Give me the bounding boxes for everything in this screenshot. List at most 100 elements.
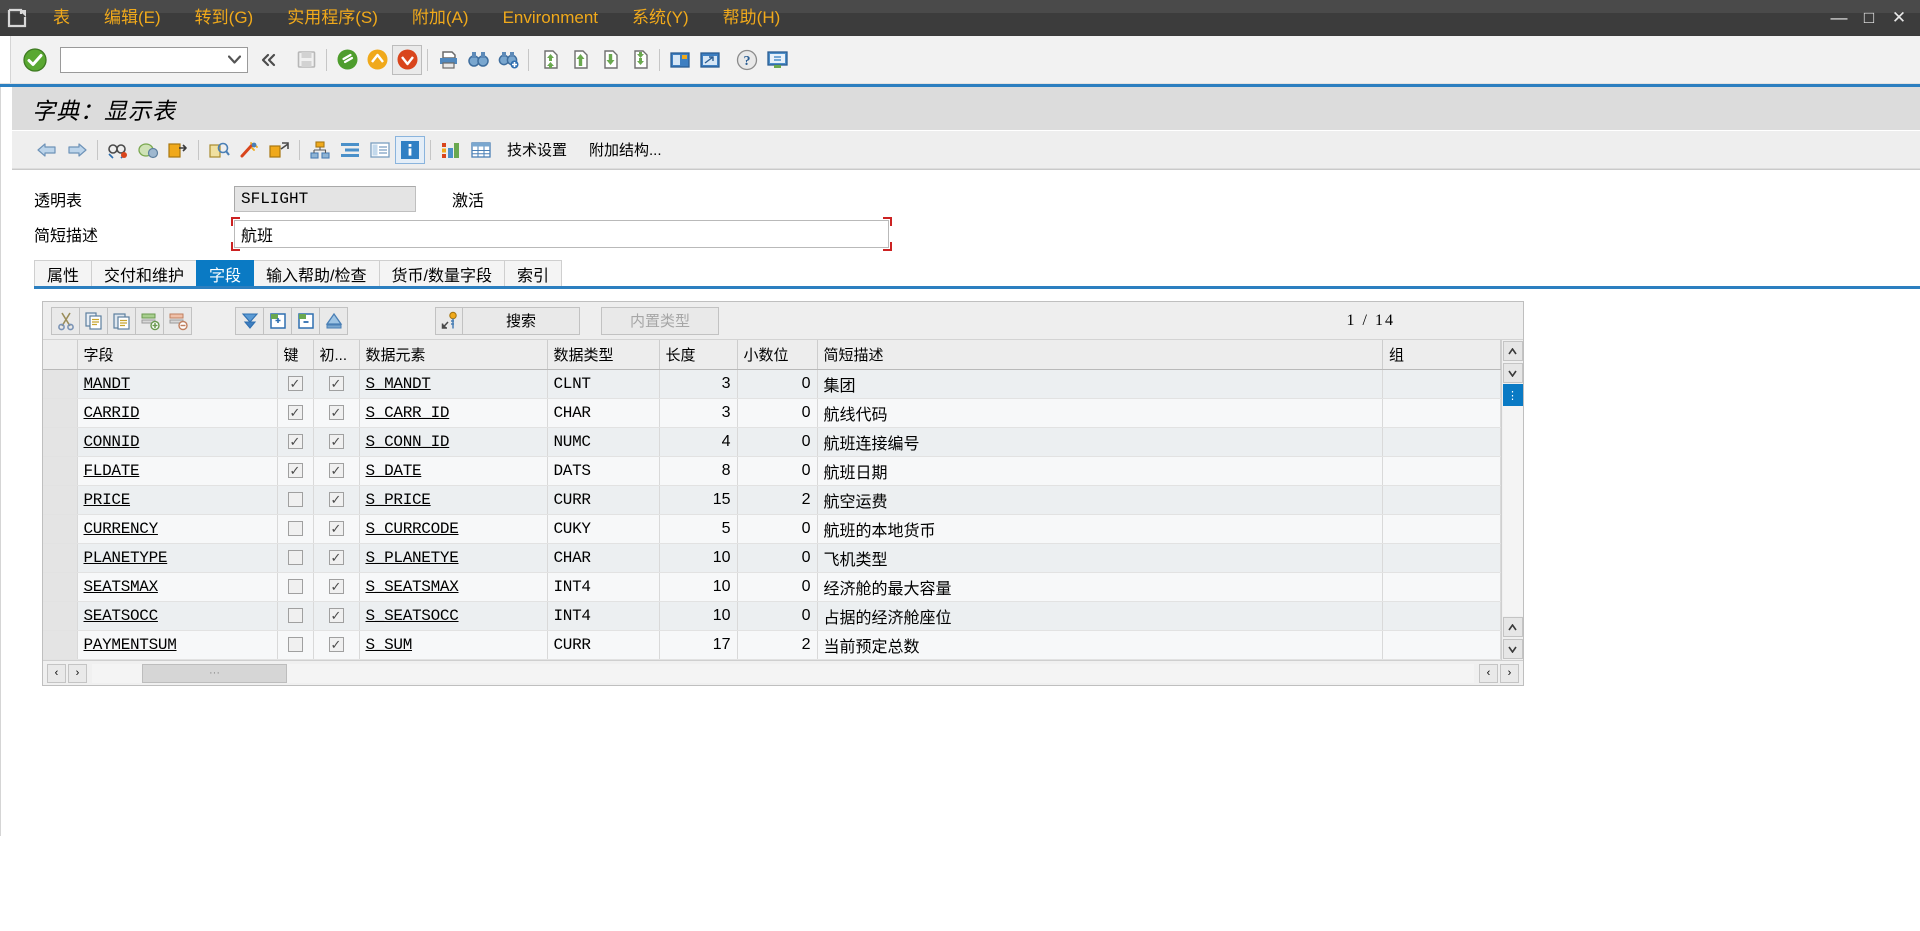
cell-data-element[interactable]: S_PLANETYE bbox=[359, 543, 548, 573]
cell-key[interactable]: ✓ bbox=[277, 456, 314, 486]
table-grid-icon[interactable] bbox=[466, 136, 496, 164]
checkbox-checked-icon[interactable]: ✓ bbox=[328, 608, 344, 623]
row-select-cell[interactable] bbox=[43, 456, 78, 486]
field-name-link[interactable]: PAYMENTSUM bbox=[84, 636, 177, 654]
checkbox-checked-icon[interactable]: ✓ bbox=[328, 637, 344, 652]
checkbox-checked-icon[interactable]: ✓ bbox=[287, 405, 303, 420]
back-icon[interactable] bbox=[332, 45, 362, 75]
table-horizontal-scrollbar[interactable]: ‹ › ··· ‹ › bbox=[43, 660, 1523, 685]
col-field[interactable]: 字段 bbox=[77, 340, 278, 370]
menu-item-help[interactable]: 帮助(H) bbox=[706, 0, 798, 36]
menu-item-table[interactable]: 表 bbox=[36, 0, 87, 36]
data-element-link[interactable]: S_SUM bbox=[366, 636, 413, 654]
hscroll-right-button[interactable]: › bbox=[68, 663, 87, 683]
cell-data-element[interactable]: S_MANDT bbox=[359, 369, 548, 399]
row-select-cell[interactable] bbox=[43, 630, 78, 660]
field-name-link[interactable]: CONNID bbox=[84, 433, 140, 451]
menu-item-extras[interactable]: 附加(A) bbox=[395, 0, 486, 36]
cell-field[interactable]: CURRENCY bbox=[77, 514, 278, 544]
append-structure-button[interactable]: 附加结构... bbox=[578, 136, 673, 164]
checkbox-checked-icon[interactable]: ✓ bbox=[328, 405, 344, 420]
hscroll-next-column-button[interactable]: › bbox=[1500, 663, 1519, 683]
data-element-link[interactable]: S_MANDT bbox=[366, 375, 431, 393]
data-element-link[interactable]: S_SEATSOCC bbox=[366, 607, 459, 625]
checkbox-unchecked-icon[interactable]: ✓ bbox=[287, 579, 303, 594]
cut-icon[interactable] bbox=[51, 306, 80, 335]
delete-row-icon[interactable] bbox=[163, 306, 192, 335]
cell-field[interactable]: MANDT bbox=[77, 369, 278, 399]
field-name-link[interactable]: PLANETYPE bbox=[84, 549, 168, 567]
menu-item-system[interactable]: 系统(Y) bbox=[615, 0, 706, 36]
row-select-cell[interactable] bbox=[43, 514, 78, 544]
scroll-page-up-button[interactable] bbox=[1502, 363, 1523, 383]
cell-data-element[interactable]: S_CURRCODE bbox=[359, 514, 548, 544]
info-icon[interactable] bbox=[395, 135, 425, 164]
create-mode-icon[interactable] bbox=[665, 45, 695, 75]
cell-key[interactable]: ✓ bbox=[277, 485, 314, 515]
row-select-cell[interactable] bbox=[43, 601, 78, 631]
cell-initial[interactable]: ✓ bbox=[313, 572, 360, 602]
field-name-link[interactable]: FLDATE bbox=[84, 462, 140, 480]
tab-fields[interactable]: 字段 bbox=[196, 260, 255, 286]
col-short-desc[interactable]: 简短描述 bbox=[817, 340, 1383, 370]
data-element-link[interactable]: S_PRICE bbox=[366, 491, 431, 509]
checkbox-checked-icon[interactable]: ✓ bbox=[328, 434, 344, 449]
scroll-page-down-button[interactable] bbox=[1502, 617, 1523, 637]
indent-icon[interactable] bbox=[335, 136, 365, 164]
row-select-cell[interactable] bbox=[43, 485, 78, 515]
cell-field[interactable]: CONNID bbox=[77, 427, 278, 457]
filter-icon[interactable] bbox=[235, 306, 264, 335]
menu-item-goto[interactable]: 转到(G) bbox=[178, 0, 271, 36]
customize-icon[interactable] bbox=[762, 45, 792, 75]
activate-icon[interactable] bbox=[163, 136, 193, 164]
cell-data-element[interactable]: S_SEATSMAX bbox=[359, 572, 548, 602]
hscroll-prev-column-button[interactable]: ‹ bbox=[1479, 663, 1498, 683]
cell-initial[interactable]: ✓ bbox=[313, 514, 360, 544]
table-row[interactable]: CONNID ✓ ✓ S_CONN_ID NUMC 4 0 航班连接编号 bbox=[43, 427, 1501, 457]
checkbox-checked-icon[interactable]: ✓ bbox=[328, 376, 344, 391]
data-element-link[interactable]: S_CURRCODE bbox=[366, 520, 459, 538]
col-group[interactable]: 组 bbox=[1382, 340, 1501, 370]
inspect-icon[interactable] bbox=[204, 136, 234, 164]
technical-settings-button[interactable]: 技术设置 bbox=[496, 136, 578, 164]
cell-initial[interactable]: ✓ bbox=[313, 369, 360, 399]
field-name-link[interactable]: CURRENCY bbox=[84, 520, 159, 538]
back-arrow-icon[interactable] bbox=[32, 136, 62, 164]
hscroll-track[interactable]: ··· bbox=[92, 663, 1474, 683]
col-key[interactable]: 键 bbox=[277, 340, 314, 370]
row-select-cell[interactable] bbox=[43, 398, 78, 428]
print-icon[interactable] bbox=[433, 45, 463, 75]
cell-initial[interactable]: ✓ bbox=[313, 601, 360, 631]
field-name-link[interactable]: SEATSMAX bbox=[84, 578, 159, 596]
table-row[interactable]: PAYMENTSUM ✓ ✓ S_SUM CURR172当前预定总数 bbox=[43, 630, 1501, 660]
data-element-link[interactable]: S_DATE bbox=[366, 462, 422, 480]
search-button[interactable]: 搜索 bbox=[462, 306, 580, 335]
cell-key[interactable]: ✓ bbox=[277, 427, 314, 457]
forward-arrow-icon[interactable] bbox=[62, 136, 92, 164]
cell-data-element[interactable]: S_CONN_ID bbox=[359, 427, 548, 457]
data-element-link[interactable]: S_CONN_ID bbox=[366, 433, 450, 451]
sap-table-icon[interactable] bbox=[0, 0, 36, 36]
row-select-cell[interactable] bbox=[43, 427, 78, 457]
hierarchy-icon[interactable] bbox=[305, 136, 335, 164]
last-page-icon[interactable] bbox=[624, 45, 654, 75]
cell-field[interactable]: SEATSMAX bbox=[77, 572, 278, 602]
checkbox-checked-icon[interactable]: ✓ bbox=[328, 492, 344, 507]
cell-key[interactable]: ✓ bbox=[277, 369, 314, 399]
cancel-icon[interactable] bbox=[392, 44, 422, 75]
search-key-icon[interactable] bbox=[435, 306, 464, 335]
checkbox-unchecked-icon[interactable]: ✓ bbox=[287, 608, 303, 623]
tab-indexes[interactable]: 索引 bbox=[503, 260, 562, 286]
cell-initial[interactable]: ✓ bbox=[313, 630, 360, 660]
cell-field[interactable]: SEATSOCC bbox=[77, 601, 278, 631]
cell-field[interactable]: PAYMENTSUM bbox=[77, 630, 278, 660]
col-data-type[interactable]: 数据类型 bbox=[547, 340, 660, 370]
col-decimals[interactable]: 小数位 bbox=[737, 340, 818, 370]
collapse-left-icon[interactable] bbox=[254, 45, 284, 75]
row-select-cell[interactable] bbox=[43, 543, 78, 573]
predefined-type-icon[interactable] bbox=[319, 306, 348, 335]
checkbox-unchecked-icon[interactable]: ✓ bbox=[287, 637, 303, 652]
field-name-link[interactable]: CARRID bbox=[84, 404, 140, 422]
table-vertical-scrollbar[interactable]: ⋮ bbox=[1501, 340, 1523, 660]
scroll-down-button[interactable] bbox=[1502, 639, 1523, 659]
